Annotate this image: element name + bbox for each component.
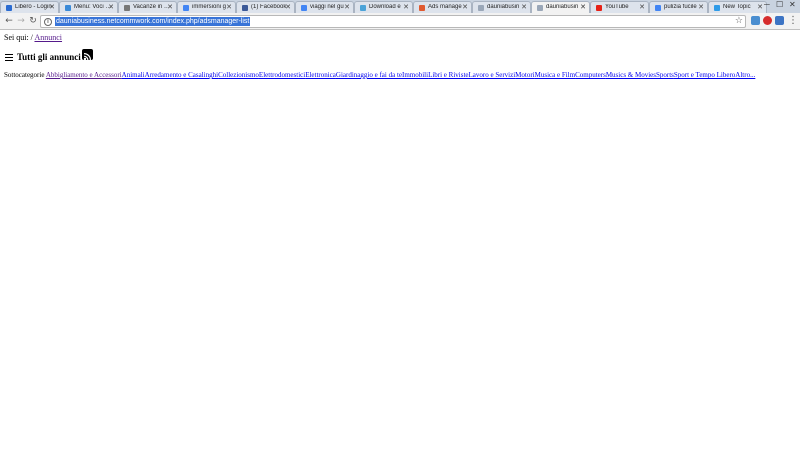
address-bar[interactable]: i dauniabusiness.netcommwork.com/index.p… [40,15,746,28]
url-text[interactable]: dauniabusiness.netcommwork.com/index.php… [55,17,251,26]
reload-button[interactable]: ↻ [28,15,38,27]
list-icon [5,53,13,61]
tab-title: immersioni g [192,4,227,10]
tab-favicon-icon [714,5,720,11]
tab-title: Download e [369,4,401,10]
tab-title: (1) Facebook [251,4,287,10]
category-link[interactable]: Abbigliamento e Accessori [46,71,122,79]
tab-favicon-icon [242,5,248,11]
tab-favicon-icon [596,5,602,11]
extension-icon-3[interactable] [775,16,784,25]
forward-button[interactable]: → [16,15,26,27]
close-window-icon[interactable]: ✕ [789,0,796,9]
category-link[interactable]: Immobili [402,71,428,79]
category-link[interactable]: Lavoro e Servizi [469,71,516,79]
browser-tab[interactable]: dauniabusin ✕ [531,1,590,13]
browser-tab[interactable]: Libero - Login ✕ [0,1,59,13]
tab-favicon-icon [183,5,189,11]
category-link[interactable]: Musica e Film [535,71,575,79]
category-link[interactable]: Elettrodomestici [259,71,305,79]
category-link[interactable]: Animali [122,71,145,79]
tab-favicon-icon [65,5,71,11]
tab-close-icon[interactable]: ✕ [344,3,350,11]
back-button[interactable]: ← [4,15,14,27]
tab-close-icon[interactable]: ✕ [521,3,527,11]
tab-title: Ads manage [428,4,462,10]
browser-tab[interactable]: Vacanze in Pu ✕ [118,1,177,13]
bookmark-star-icon[interactable]: ☆ [735,16,743,26]
subcategories-label: Sottocategorie [4,71,45,79]
category-link[interactable]: Computers [575,71,606,79]
browser-tab[interactable]: New Topic ✕ [708,1,767,13]
tab-favicon-icon [478,5,484,11]
category-link[interactable]: Arredamento e Casalinghi [145,71,218,79]
breadcrumb: Sei qui: / Annunci [4,33,62,42]
browser-tab[interactable]: Menu: Voci di m✕ [59,1,118,13]
category-link[interactable]: Musics & Movies [606,71,656,79]
subcategories: Sottocategorie Abbigliamento e Accessori… [4,71,755,79]
browser-tab[interactable]: pulizia fucile ✕ [649,1,708,13]
tab-strip: Libero - Login✕Menu: Voci di m✕Vacanze i… [0,0,800,13]
tab-close-icon[interactable]: ✕ [285,3,291,11]
browser-tab[interactable]: Ads manage ✕ [413,1,472,13]
browser-tab[interactable]: viaggi nel gu ✕ [295,1,354,13]
tab-close-icon[interactable]: ✕ [108,3,114,11]
maximize-icon[interactable]: ☐ [776,0,783,9]
tab-favicon-icon [124,5,130,11]
category-link[interactable]: Motori [515,71,534,79]
browser-tab[interactable]: Download e ✕ [354,1,413,13]
tab-close-icon[interactable]: ✕ [226,3,232,11]
page-title: Tutti gli annunci [17,52,81,62]
tab-title: New Topic [723,4,751,10]
browser-tab[interactable]: YouTube ✕ [590,1,649,13]
category-link[interactable]: Sport e Tempo Libero [674,71,735,79]
tab-title: YouTube [605,4,629,10]
tab-favicon-icon [360,5,366,11]
info-icon[interactable]: i [44,18,52,26]
tab-favicon-icon [419,5,425,11]
extension-icon-1[interactable] [751,16,760,25]
browser-tab[interactable]: dauniabusin ✕ [472,1,531,13]
tab-favicon-icon [655,5,661,11]
category-link[interactable]: Collezionismo [218,71,259,79]
tab-close-icon[interactable]: ✕ [49,3,55,11]
tab-favicon-icon [301,5,307,11]
page-heading: Tutti gli annunci [5,48,93,63]
tab-title: dauniabusin [487,4,520,10]
tab-close-icon[interactable]: ✕ [462,3,468,11]
minimize-icon[interactable]: ─ [764,0,770,9]
category-link[interactable]: Elettronica [305,71,336,79]
tab-close-icon[interactable]: ✕ [757,3,763,11]
tab-favicon-icon [6,5,12,11]
rss-icon[interactable] [81,48,93,60]
menu-icon[interactable]: ⋮ [788,15,798,27]
category-link[interactable]: Altro... [735,71,755,79]
browser-tab[interactable]: immersioni g ✕ [177,1,236,13]
tab-close-icon[interactable]: ✕ [639,3,645,11]
category-link[interactable]: Giardinaggio e fai da te [336,71,402,79]
breadcrumb-separator: / [30,33,33,42]
tab-title: Menu: Voci di m [74,4,112,10]
tab-title: Vacanze in Pu [133,4,171,10]
category-link[interactable]: Libri e Riviste [428,71,468,79]
tab-close-icon[interactable]: ✕ [403,3,409,11]
tab-favicon-icon [537,5,543,11]
tab-title: viaggi nel gu [310,4,344,10]
category-link[interactable]: Sports [656,71,674,79]
breadcrumb-label: Sei qui: [4,33,29,42]
browser-tab[interactable]: (1) Facebook ✕ [236,1,295,13]
breadcrumb-link-annunci[interactable]: Annunci [34,33,62,42]
tab-title: Libero - Login [15,4,52,10]
tab-title: dauniabusin [546,4,579,10]
tab-title: pulizia fucile [664,4,697,10]
tab-close-icon[interactable]: ✕ [580,3,586,11]
browser-toolbar: ← → ↻ i dauniabusiness.netcommwork.com/i… [0,13,800,30]
tab-close-icon[interactable]: ✕ [167,3,173,11]
pinterest-icon[interactable] [763,16,772,25]
tab-close-icon[interactable]: ✕ [698,3,704,11]
